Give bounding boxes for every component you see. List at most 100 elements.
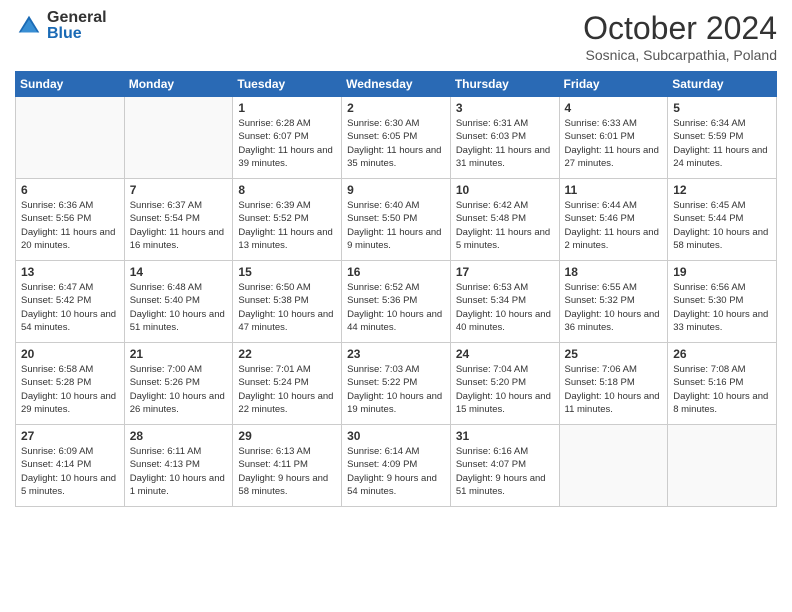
day-info: Sunrise: 6:34 AM Sunset: 5:59 PM Dayligh… (673, 117, 771, 170)
daylight-text: Daylight: 10 hours and 5 minutes. (21, 473, 116, 497)
calendar-cell: 12 Sunrise: 6:45 AM Sunset: 5:44 PM Dayl… (668, 179, 777, 261)
sunrise-text: Sunrise: 6:50 AM (238, 282, 310, 293)
sunrise-text: Sunrise: 6:31 AM (456, 118, 528, 129)
daylight-text: Daylight: 10 hours and 44 minutes. (347, 309, 442, 333)
month-title: October 2024 (583, 10, 777, 47)
day-info: Sunrise: 6:11 AM Sunset: 4:13 PM Dayligh… (130, 445, 228, 498)
sunset-text: Sunset: 6:01 PM (565, 131, 635, 142)
day-number: 25 (565, 347, 663, 361)
day-number: 23 (347, 347, 445, 361)
sunset-text: Sunset: 4:11 PM (238, 459, 308, 470)
sunset-text: Sunset: 5:42 PM (21, 295, 91, 306)
sunset-text: Sunset: 5:46 PM (565, 213, 635, 224)
day-info: Sunrise: 6:48 AM Sunset: 5:40 PM Dayligh… (130, 281, 228, 334)
day-info: Sunrise: 7:08 AM Sunset: 5:16 PM Dayligh… (673, 363, 771, 416)
calendar-cell: 1 Sunrise: 6:28 AM Sunset: 6:07 PM Dayli… (233, 97, 342, 179)
sunrise-text: Sunrise: 6:58 AM (21, 364, 93, 375)
day-info: Sunrise: 7:00 AM Sunset: 5:26 PM Dayligh… (130, 363, 228, 416)
sunset-text: Sunset: 4:13 PM (130, 459, 200, 470)
daylight-text: Daylight: 10 hours and 26 minutes. (130, 391, 225, 415)
day-number: 14 (130, 265, 228, 279)
sunrise-text: Sunrise: 6:40 AM (347, 200, 419, 211)
daylight-text: Daylight: 10 hours and 54 minutes. (21, 309, 116, 333)
day-number: 16 (347, 265, 445, 279)
calendar-cell: 31 Sunrise: 6:16 AM Sunset: 4:07 PM Dayl… (450, 425, 559, 507)
calendar-cell: 25 Sunrise: 7:06 AM Sunset: 5:18 PM Dayl… (559, 343, 668, 425)
day-number: 22 (238, 347, 336, 361)
location: Sosnica, Subcarpathia, Poland (583, 47, 777, 63)
daylight-text: Daylight: 10 hours and 22 minutes. (238, 391, 333, 415)
sunrise-text: Sunrise: 6:13 AM (238, 446, 310, 457)
page-header: General Blue October 2024 Sosnica, Subca… (15, 10, 777, 63)
header-monday: Monday (124, 72, 233, 97)
sunset-text: Sunset: 5:56 PM (21, 213, 91, 224)
sunset-text: Sunset: 6:03 PM (456, 131, 526, 142)
daylight-text: Daylight: 10 hours and 8 minutes. (673, 391, 768, 415)
calendar-cell: 24 Sunrise: 7:04 AM Sunset: 5:20 PM Dayl… (450, 343, 559, 425)
day-info: Sunrise: 6:39 AM Sunset: 5:52 PM Dayligh… (238, 199, 336, 252)
sunset-text: Sunset: 4:14 PM (21, 459, 91, 470)
daylight-text: Daylight: 10 hours and 51 minutes. (130, 309, 225, 333)
day-number: 31 (456, 429, 554, 443)
calendar-page: General Blue October 2024 Sosnica, Subca… (0, 0, 792, 612)
day-number: 26 (673, 347, 771, 361)
day-number: 2 (347, 101, 445, 115)
sunrise-text: Sunrise: 7:03 AM (347, 364, 419, 375)
calendar-cell: 16 Sunrise: 6:52 AM Sunset: 5:36 PM Dayl… (342, 261, 451, 343)
calendar-cell: 22 Sunrise: 7:01 AM Sunset: 5:24 PM Dayl… (233, 343, 342, 425)
sunrise-text: Sunrise: 6:14 AM (347, 446, 419, 457)
calendar-cell: 2 Sunrise: 6:30 AM Sunset: 6:05 PM Dayli… (342, 97, 451, 179)
sunrise-text: Sunrise: 6:34 AM (673, 118, 745, 129)
daylight-text: Daylight: 11 hours and 16 minutes. (130, 227, 224, 251)
calendar-cell (559, 425, 668, 507)
sunset-text: Sunset: 5:59 PM (673, 131, 743, 142)
sunset-text: Sunset: 5:48 PM (456, 213, 526, 224)
sunrise-text: Sunrise: 6:39 AM (238, 200, 310, 211)
sunset-text: Sunset: 5:26 PM (130, 377, 200, 388)
calendar-cell: 8 Sunrise: 6:39 AM Sunset: 5:52 PM Dayli… (233, 179, 342, 261)
day-number: 11 (565, 183, 663, 197)
day-info: Sunrise: 6:16 AM Sunset: 4:07 PM Dayligh… (456, 445, 554, 498)
header-tuesday: Tuesday (233, 72, 342, 97)
day-info: Sunrise: 6:09 AM Sunset: 4:14 PM Dayligh… (21, 445, 119, 498)
day-number: 27 (21, 429, 119, 443)
sunrise-text: Sunrise: 6:47 AM (21, 282, 93, 293)
day-info: Sunrise: 6:47 AM Sunset: 5:42 PM Dayligh… (21, 281, 119, 334)
week-row-4: 20 Sunrise: 6:58 AM Sunset: 5:28 PM Dayl… (16, 343, 777, 425)
calendar-table: Sunday Monday Tuesday Wednesday Thursday… (15, 71, 777, 507)
daylight-text: Daylight: 11 hours and 24 minutes. (673, 145, 767, 169)
header-friday: Friday (559, 72, 668, 97)
daylight-text: Daylight: 11 hours and 27 minutes. (565, 145, 659, 169)
week-row-5: 27 Sunrise: 6:09 AM Sunset: 4:14 PM Dayl… (16, 425, 777, 507)
day-info: Sunrise: 7:04 AM Sunset: 5:20 PM Dayligh… (456, 363, 554, 416)
sunrise-text: Sunrise: 6:48 AM (130, 282, 202, 293)
day-number: 3 (456, 101, 554, 115)
sunset-text: Sunset: 5:38 PM (238, 295, 308, 306)
sunset-text: Sunset: 6:07 PM (238, 131, 308, 142)
sunset-text: Sunset: 5:18 PM (565, 377, 635, 388)
sunrise-text: Sunrise: 6:56 AM (673, 282, 745, 293)
day-info: Sunrise: 7:03 AM Sunset: 5:22 PM Dayligh… (347, 363, 445, 416)
daylight-text: Daylight: 11 hours and 35 minutes. (347, 145, 441, 169)
day-number: 29 (238, 429, 336, 443)
daylight-text: Daylight: 11 hours and 39 minutes. (238, 145, 332, 169)
day-number: 28 (130, 429, 228, 443)
day-info: Sunrise: 7:01 AM Sunset: 5:24 PM Dayligh… (238, 363, 336, 416)
week-row-3: 13 Sunrise: 6:47 AM Sunset: 5:42 PM Dayl… (16, 261, 777, 343)
day-number: 20 (21, 347, 119, 361)
daylight-text: Daylight: 9 hours and 54 minutes. (347, 473, 437, 497)
day-number: 6 (21, 183, 119, 197)
calendar-cell: 29 Sunrise: 6:13 AM Sunset: 4:11 PM Dayl… (233, 425, 342, 507)
calendar-cell: 14 Sunrise: 6:48 AM Sunset: 5:40 PM Dayl… (124, 261, 233, 343)
sunrise-text: Sunrise: 7:01 AM (238, 364, 310, 375)
daylight-text: Daylight: 10 hours and 11 minutes. (565, 391, 660, 415)
sunrise-text: Sunrise: 6:37 AM (130, 200, 202, 211)
sunset-text: Sunset: 5:36 PM (347, 295, 417, 306)
sunset-text: Sunset: 5:50 PM (347, 213, 417, 224)
day-info: Sunrise: 6:14 AM Sunset: 4:09 PM Dayligh… (347, 445, 445, 498)
calendar-cell: 28 Sunrise: 6:11 AM Sunset: 4:13 PM Dayl… (124, 425, 233, 507)
sunset-text: Sunset: 5:22 PM (347, 377, 417, 388)
week-row-2: 6 Sunrise: 6:36 AM Sunset: 5:56 PM Dayli… (16, 179, 777, 261)
calendar-cell: 17 Sunrise: 6:53 AM Sunset: 5:34 PM Dayl… (450, 261, 559, 343)
title-area: October 2024 Sosnica, Subcarpathia, Pola… (583, 10, 777, 63)
